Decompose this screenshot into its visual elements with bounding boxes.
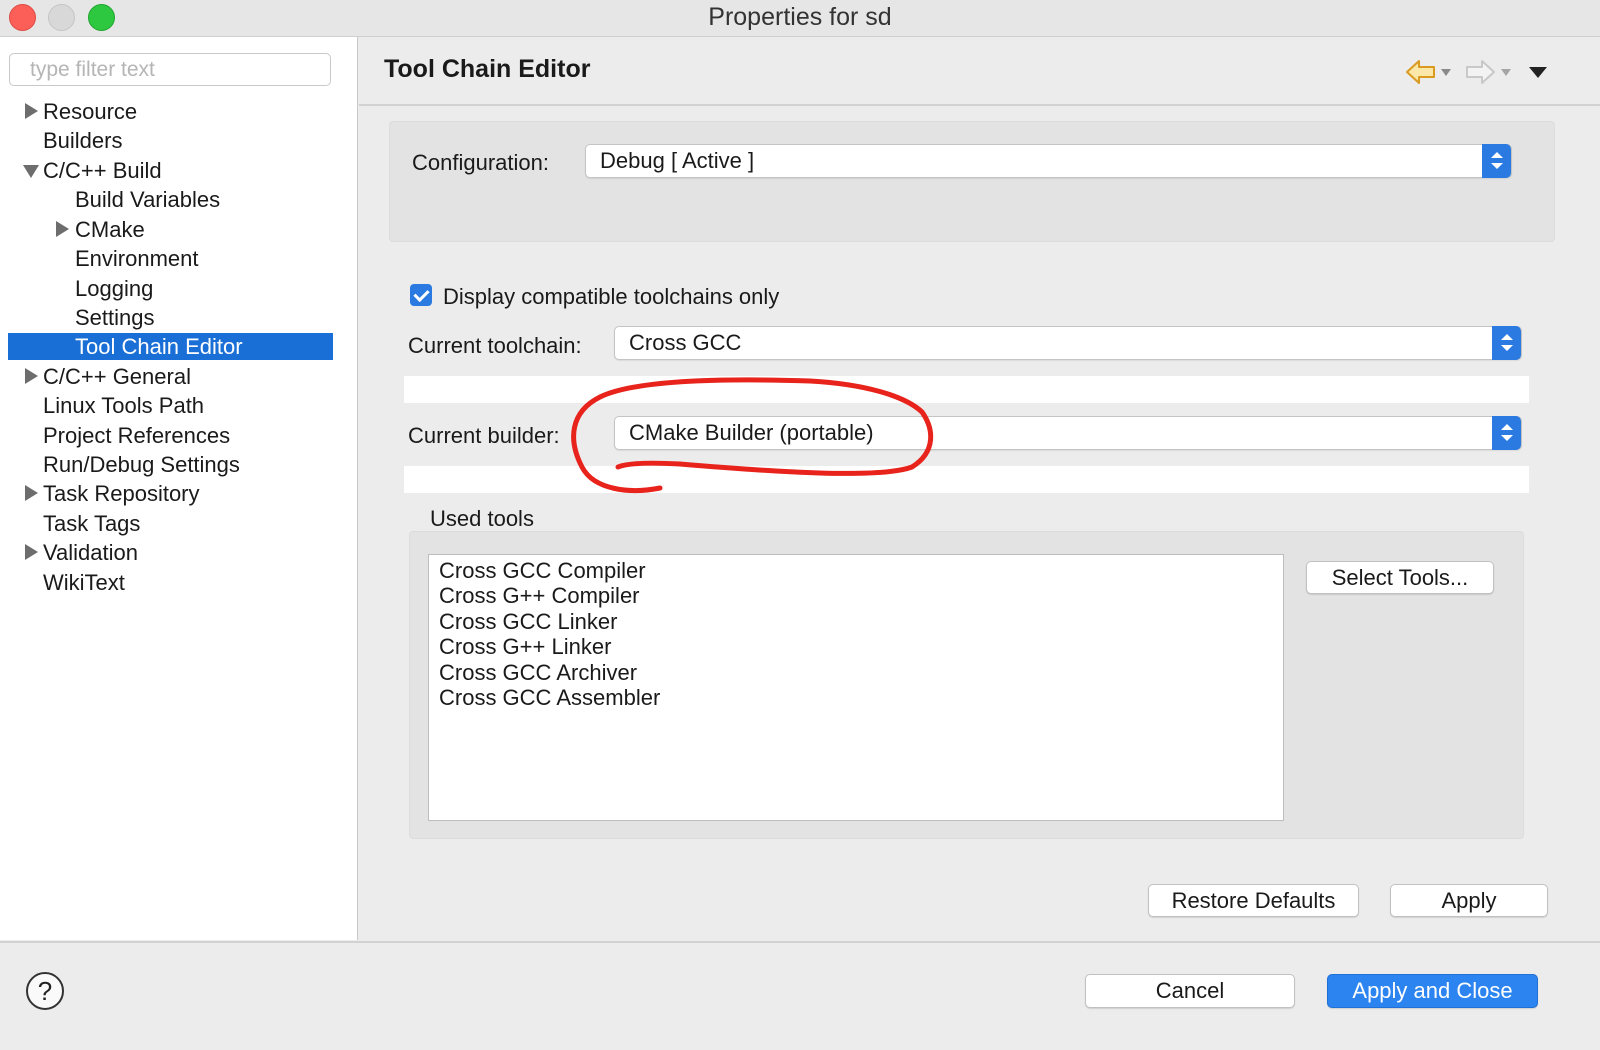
sidebar-item-label: Resource: [43, 99, 138, 124]
back-history-dropdown-icon[interactable]: [1440, 68, 1452, 77]
builder-label: Current builder:: [408, 423, 560, 448]
expand-arrow-icon[interactable]: [25, 368, 38, 384]
used-tools-label: Used tools: [430, 506, 534, 531]
sidebar-item-validation[interactable]: Validation: [8, 538, 333, 567]
sidebar-item-resource[interactable]: Resource: [8, 97, 333, 126]
expand-arrow-icon[interactable]: [56, 221, 69, 237]
sidebar-item-label: WikiText: [43, 570, 125, 595]
sidebar-item-label: Task Tags: [43, 511, 141, 536]
toolchain-value: Cross GCC: [629, 330, 742, 355]
sidebar-item-logging[interactable]: Logging: [8, 274, 333, 303]
sidebar-item-label: C/C++ Build: [43, 158, 162, 183]
select-stepper-icon: [1492, 416, 1521, 450]
sidebar-item-task-tags[interactable]: Task Tags: [8, 509, 333, 538]
sidebar-item-linux-tools-path[interactable]: Linux Tools Path: [8, 391, 333, 420]
select-stepper-icon: [1482, 144, 1511, 178]
sidebar-item-label: Run/Debug Settings: [43, 452, 240, 477]
forward-history-dropdown-icon[interactable]: [1500, 68, 1512, 77]
red-annotation-circle: [571, 377, 934, 493]
window-title: Properties for sd: [708, 3, 892, 31]
sidebar-item-cmake[interactable]: CMake: [8, 215, 333, 244]
sidebar-item-label: C/C++ General: [43, 364, 191, 389]
display-compatible-checkbox[interactable]: [410, 284, 432, 306]
sidebar-item-label: Logging: [75, 276, 154, 301]
cancel-button[interactable]: Cancel: [1085, 974, 1295, 1008]
sidebar-item-build-variables[interactable]: Build Variables: [8, 185, 333, 214]
sidebar-item-builders[interactable]: Builders: [8, 126, 333, 155]
sidebar-item-label: CMake: [75, 217, 145, 242]
list-item[interactable]: Cross G++ Compiler: [439, 583, 640, 609]
apply-and-close-button[interactable]: Apply and Close: [1327, 974, 1538, 1008]
collapse-arrow-icon[interactable]: [23, 165, 39, 178]
sidebar-item-label: Settings: [75, 305, 155, 330]
list-item[interactable]: Cross GCC Assembler: [439, 685, 660, 711]
expand-arrow-icon[interactable]: [25, 103, 38, 119]
expand-arrow-icon[interactable]: [25, 544, 38, 560]
used-tools-list[interactable]: Cross GCC Compiler Cross G++ Compiler Cr…: [428, 554, 1284, 821]
forward-arrow-icon[interactable]: [1464, 58, 1496, 86]
configuration-select[interactable]: Debug [ Active ]: [585, 144, 1512, 178]
select-stepper-icon: [1492, 326, 1521, 360]
toolchain-label: Current toolchain:: [408, 333, 582, 358]
restore-defaults-button[interactable]: Restore Defaults: [1148, 884, 1359, 917]
list-item[interactable]: Cross G++ Linker: [439, 634, 611, 660]
configuration-label: Configuration:: [412, 150, 549, 175]
configuration-group: [389, 121, 1555, 242]
sidebar-item-label: Project References: [43, 423, 231, 448]
sidebar-item-settings[interactable]: Settings: [8, 303, 333, 332]
list-item[interactable]: Cross GCC Linker: [439, 609, 617, 635]
back-arrow-icon[interactable]: [1405, 58, 1437, 86]
sidebar-item-label: Linux Tools Path: [43, 393, 205, 418]
sidebar-item-wikitext[interactable]: WikiText: [8, 568, 333, 597]
configuration-value: Debug [ Active ]: [600, 148, 755, 173]
sidebar-item-label: Build Variables: [75, 187, 221, 212]
sidebar-item-cpp-build[interactable]: C/C++ Build: [8, 156, 333, 185]
sidebar-item-label: Task Repository: [43, 481, 200, 506]
page-title: Tool Chain Editor: [384, 55, 591, 83]
sidebar-item-tool-chain-editor[interactable]: Tool Chain Editor: [8, 333, 333, 360]
apply-button[interactable]: Apply: [1390, 884, 1548, 917]
sidebar-item-label: Tool Chain Editor: [75, 334, 243, 359]
sidebar-item-cpp-general[interactable]: C/C++ General: [8, 362, 333, 391]
sidebar-item-project-references[interactable]: Project References: [8, 421, 333, 450]
sidebar-item-label: Builders: [43, 128, 123, 153]
sidebar-item-task-repository[interactable]: Task Repository: [8, 479, 333, 508]
sidebar-item-environment[interactable]: Environment: [8, 244, 333, 273]
sidebar-item-label: Environment: [75, 246, 199, 271]
sidebar-item-label: Validation: [43, 540, 138, 565]
title-bar: Properties for sd: [0, 0, 1600, 37]
help-icon[interactable]: ?: [26, 972, 64, 1010]
display-compatible-label: Display compatible toolchains only: [443, 284, 780, 309]
select-tools-button[interactable]: Select Tools...: [1306, 561, 1494, 594]
view-menu-icon[interactable]: [1528, 66, 1548, 79]
filter-input[interactable]: [9, 53, 331, 86]
expand-arrow-icon[interactable]: [25, 485, 38, 501]
list-item[interactable]: Cross GCC Compiler: [439, 558, 646, 584]
toolchain-select[interactable]: Cross GCC: [614, 326, 1522, 360]
list-item[interactable]: Cross GCC Archiver: [439, 660, 637, 686]
sidebar-item-run-debug-settings[interactable]: Run/Debug Settings: [8, 450, 333, 479]
